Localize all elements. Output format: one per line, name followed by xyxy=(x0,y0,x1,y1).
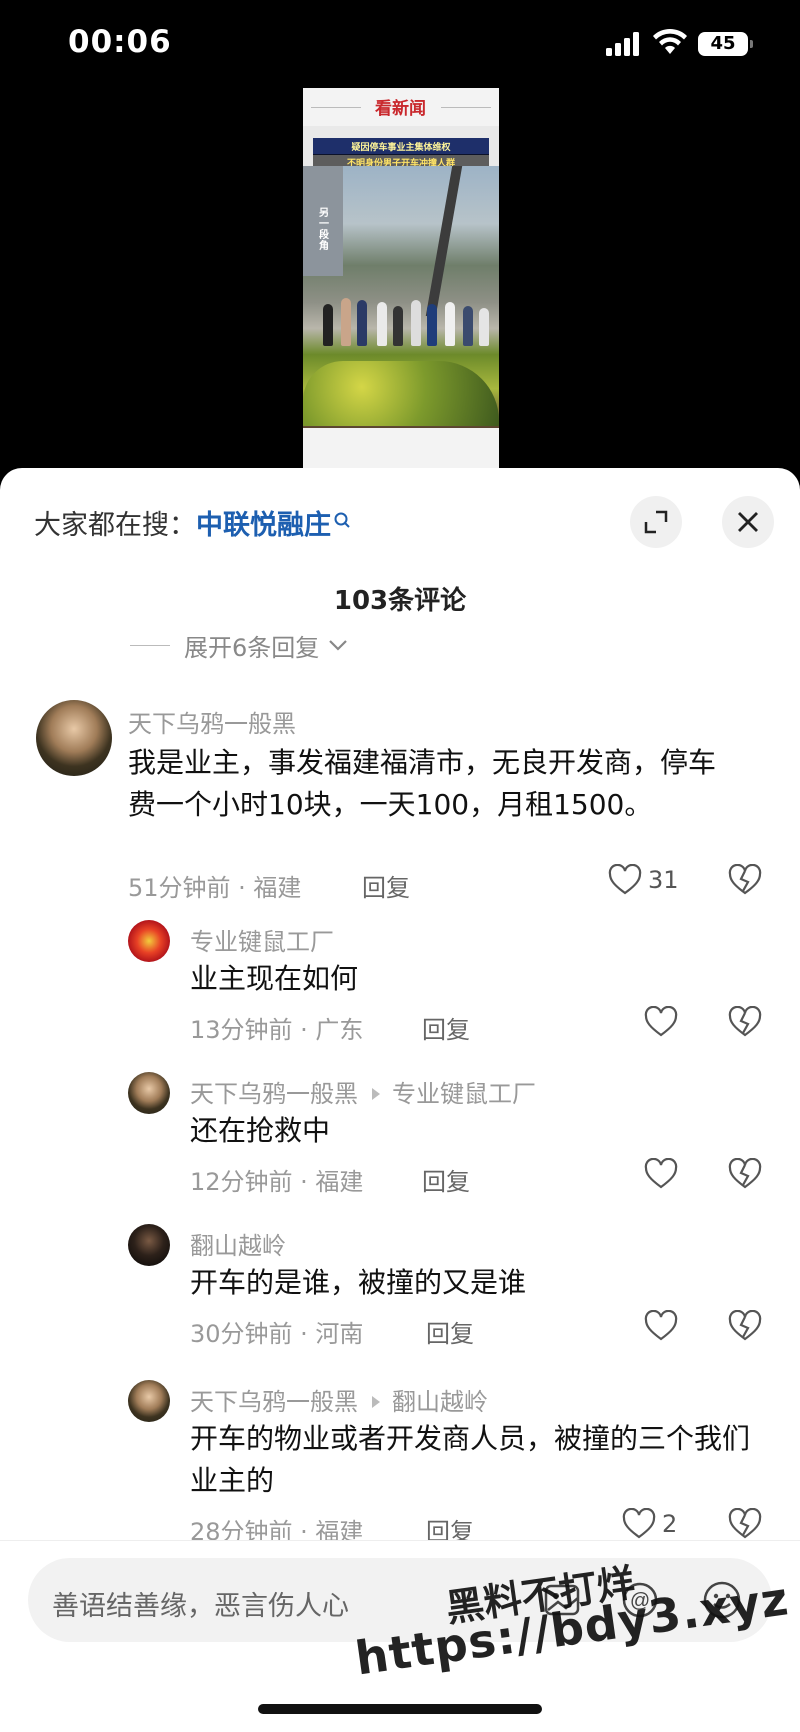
reply-item: 翻山越岭 开车的是谁，被撞的又是谁 30分钟前 · 河南 回复 xyxy=(128,1224,776,1348)
heart-icon xyxy=(622,1508,656,1539)
like-button[interactable]: 2 xyxy=(622,1508,677,1540)
status-bar: 00:06 45 xyxy=(0,0,800,90)
cellular-signal-icon xyxy=(606,32,639,56)
dislike-broken-heart-icon[interactable] xyxy=(728,1310,762,1342)
avatar[interactable] xyxy=(128,920,170,962)
avatar[interactable] xyxy=(128,1380,170,1422)
reply-button[interactable]: 回复 xyxy=(422,1010,470,1045)
reply-button[interactable]: 回复 xyxy=(422,1162,470,1197)
comment-meta: 13分钟前 · 广东 xyxy=(190,1016,364,1044)
comment-username[interactable]: 天下乌鸦一般黑 翻山越岭 xyxy=(190,1382,488,1417)
comment-input-placeholder: 善语结善缘，恶言伤人心 xyxy=(52,1591,349,1622)
reply-button[interactable]: 回复 xyxy=(426,1314,474,1349)
wifi-icon xyxy=(653,28,687,54)
dislike-broken-heart-icon[interactable] xyxy=(728,1158,762,1190)
video-side-caption: 另一段角 xyxy=(319,208,329,252)
reply-item: 天下乌鸦一般黑 翻山越岭 开车的物业或者开发商人员，被撞的三个我们业主的 28分钟… xyxy=(128,1380,776,1550)
reply-arrow-icon xyxy=(372,1088,380,1100)
reply-arrow-icon xyxy=(372,1396,380,1408)
dislike-broken-heart-icon[interactable] xyxy=(728,1508,762,1540)
close-icon xyxy=(738,512,758,532)
heart-icon[interactable] xyxy=(644,1006,678,1038)
video-frame xyxy=(303,166,499,428)
video-logo: 看新闻 xyxy=(375,99,426,119)
reply-author: 天下乌鸦一般黑 xyxy=(190,1388,358,1416)
search-prefix: 大家都在搜： xyxy=(34,509,196,541)
battery-level: 45 xyxy=(698,32,748,56)
video-header: 看新闻 xyxy=(303,88,499,126)
divider xyxy=(130,644,170,646)
comment-username[interactable]: 翻山越岭 xyxy=(190,1226,286,1261)
expand-replies-label: 展开6条回复 xyxy=(184,633,320,662)
comment-text: 开车的是谁，被撞的又是谁 xyxy=(190,1266,527,1299)
video-player[interactable]: 看新闻 疑因停车事业主集体维权 不明身份男子开车冲撞人群 另一段角 xyxy=(303,88,499,468)
close-button[interactable] xyxy=(722,496,774,548)
comment-meta: 12分钟前 · 福建 xyxy=(190,1168,364,1196)
battery-tip xyxy=(750,40,753,48)
search-term-link[interactable]: 中联悦融庄 xyxy=(196,503,331,542)
reply-item: 专业键鼠工厂 业主现在如何 13分钟前 · 广东 回复 xyxy=(128,920,776,1044)
comment-meta: 30分钟前 · 河南 xyxy=(190,1320,364,1348)
comment-item: 天下乌鸦一般黑 我是业主，事发福建福清市，无良开发商，停车费一个小时10块，一天… xyxy=(36,700,776,903)
avatar[interactable] xyxy=(128,1072,170,1114)
reply-target: 翻山越岭 xyxy=(392,1388,488,1416)
dislike-broken-heart-icon[interactable] xyxy=(728,864,762,896)
avatar[interactable] xyxy=(36,700,112,776)
comment-text: 开车的物业或者开发商人员，被撞的三个我们业主的 xyxy=(190,1422,751,1497)
crowd-figures xyxy=(323,296,493,346)
expand-fullscreen-button[interactable] xyxy=(630,496,682,548)
heart-icon[interactable] xyxy=(644,1310,678,1342)
expand-replies-button[interactable]: 展开6条回复 xyxy=(130,630,349,662)
chevron-down-icon xyxy=(329,640,348,651)
like-count: 2 xyxy=(662,1510,678,1538)
search-suggestion[interactable]: 大家都在搜： 中联悦融庄 xyxy=(34,500,351,544)
heart-icon[interactable] xyxy=(644,1158,678,1190)
reply-author: 天下乌鸦一般黑 xyxy=(190,1080,358,1108)
expand-icon xyxy=(644,510,668,534)
heart-icon xyxy=(608,864,642,895)
video-caption-1: 疑因停车事业主集体维权 xyxy=(313,138,489,155)
comments-count-title: 103条评论 xyxy=(333,586,467,616)
reply-item: 天下乌鸦一般黑 专业键鼠工厂 还在抢救中 12分钟前 · 福建 回复 xyxy=(128,1072,776,1196)
reply-button[interactable]: 回复 xyxy=(362,868,410,903)
like-button[interactable]: 31 xyxy=(608,864,679,896)
comment-username[interactable]: 天下乌鸦一般黑 xyxy=(128,704,296,739)
avatar[interactable] xyxy=(128,1224,170,1266)
comment-text: 业主现在如何 xyxy=(190,962,359,995)
status-time: 00:06 xyxy=(68,24,172,60)
dislike-broken-heart-icon[interactable] xyxy=(728,1006,762,1038)
like-count: 31 xyxy=(648,866,679,894)
comment-text: 还在抢救中 xyxy=(190,1114,331,1147)
comment-meta: 51分钟前 · 福建 xyxy=(128,874,302,902)
home-indicator[interactable] xyxy=(258,1704,542,1714)
comment-username[interactable]: 专业键鼠工厂 xyxy=(190,922,334,957)
search-icon xyxy=(334,512,350,528)
reply-target: 专业键鼠工厂 xyxy=(392,1080,536,1108)
comment-text: 我是业主，事发福建福清市，无良开发商，停车费一个小时10块，一天100，月租15… xyxy=(128,746,717,821)
comment-username[interactable]: 天下乌鸦一般黑 专业键鼠工厂 xyxy=(190,1074,536,1109)
